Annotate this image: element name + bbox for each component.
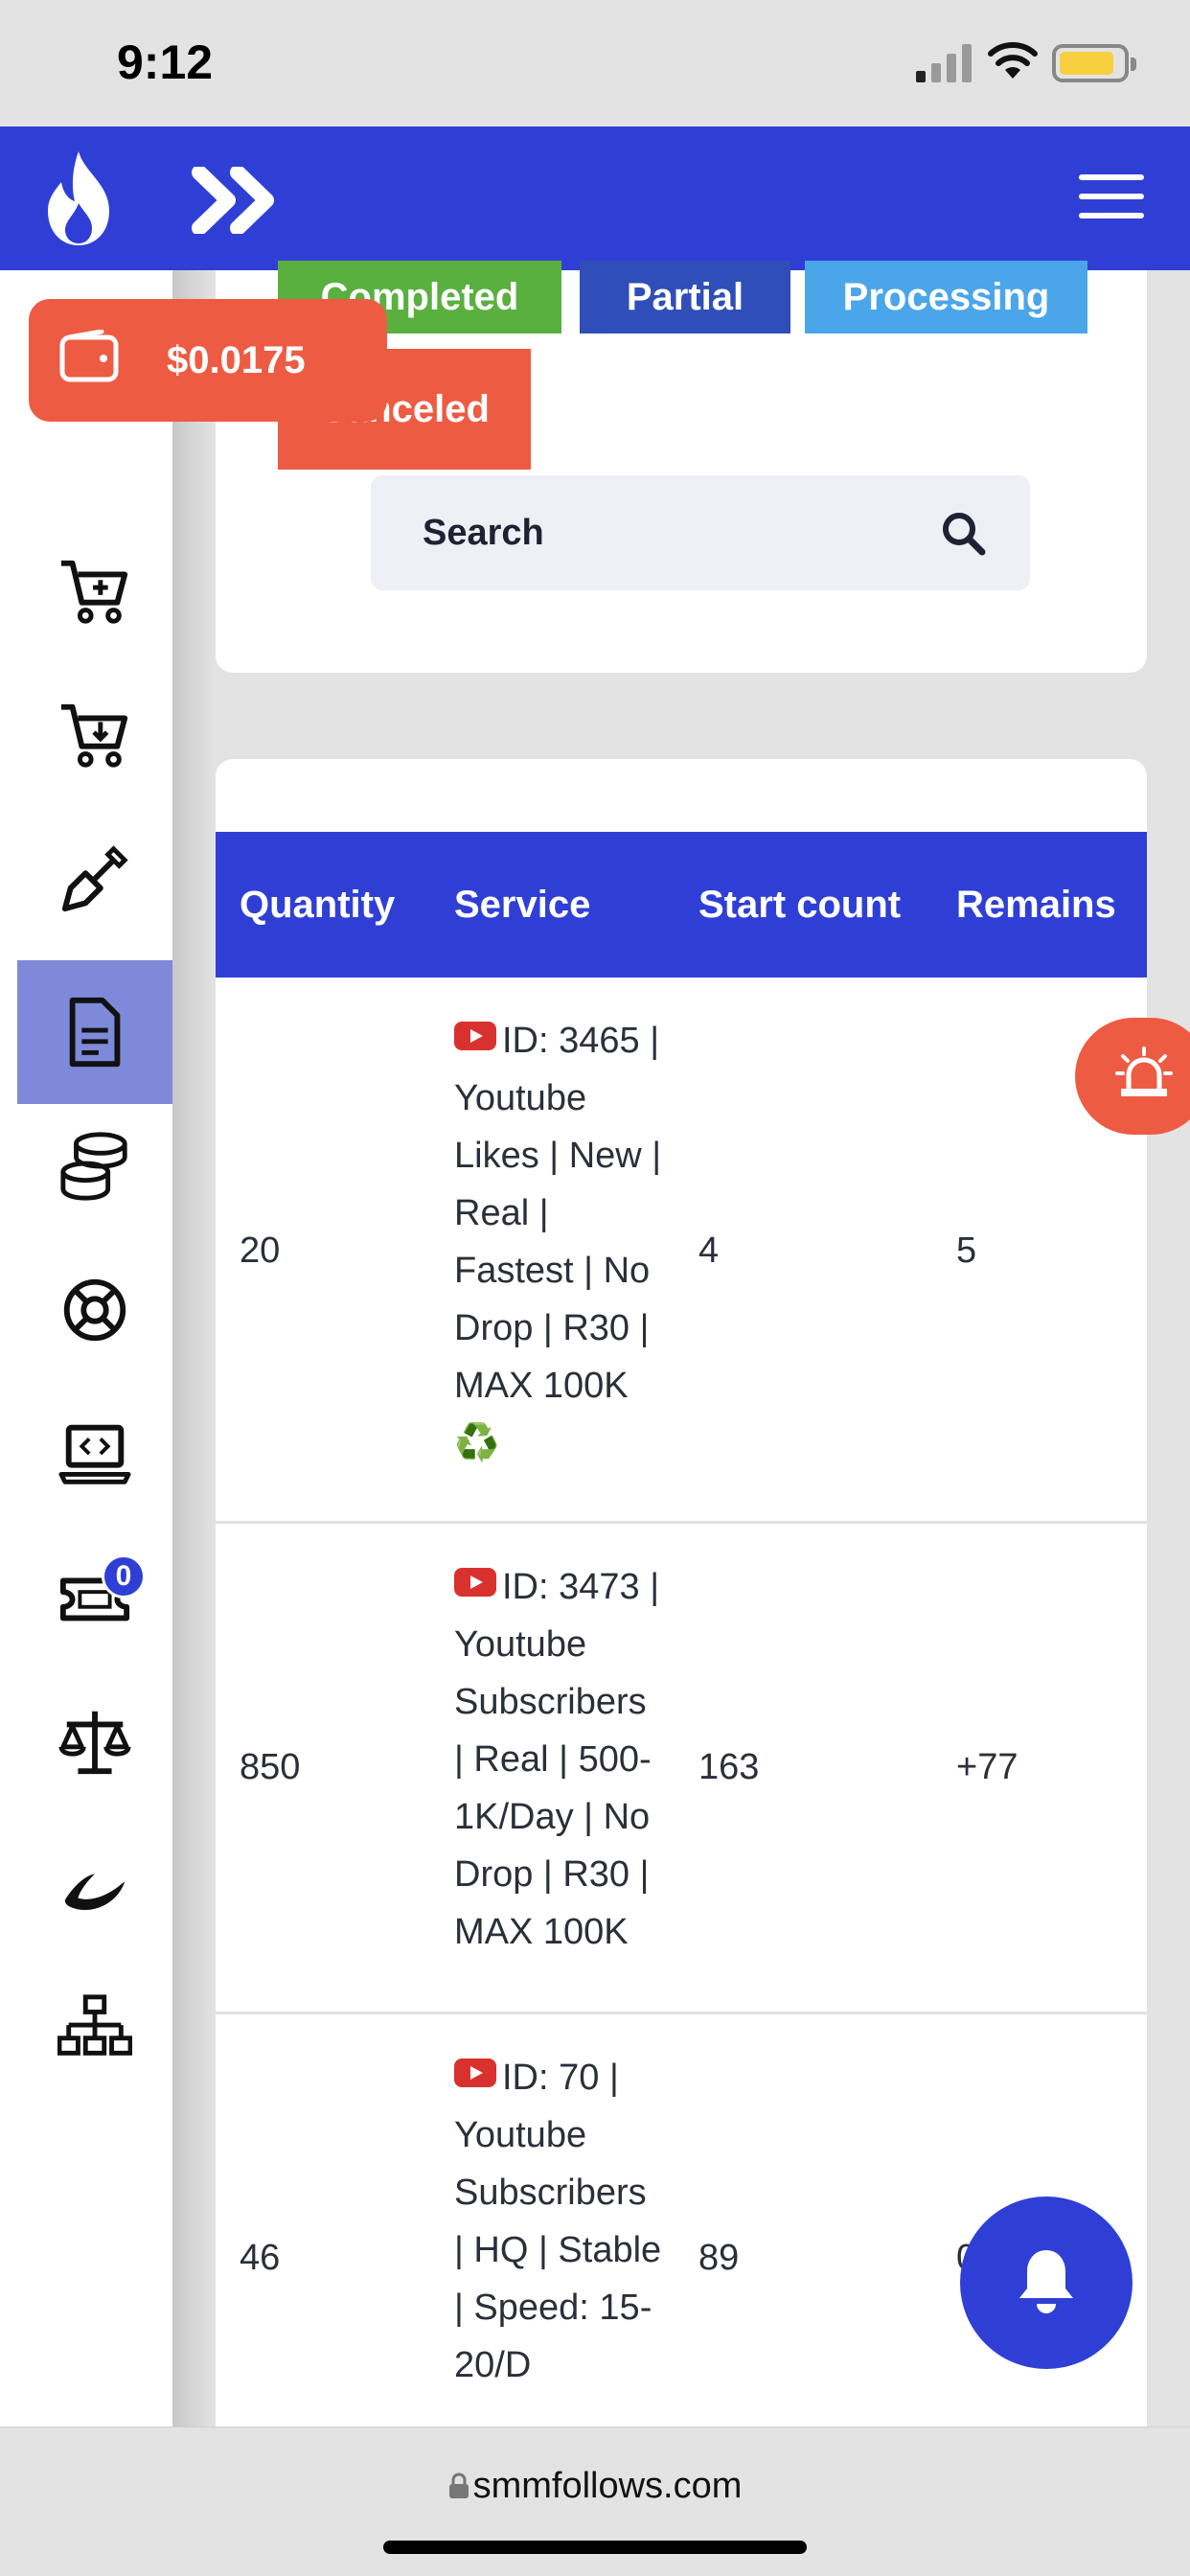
- sidebar-item-orders[interactable]: [17, 960, 172, 1104]
- sidebar-item-tickets[interactable]: 0: [17, 1526, 172, 1669]
- sidebar: 0: [0, 270, 172, 2426]
- url-text: smmfollows.com: [472, 2466, 743, 2506]
- lock-icon: [448, 2472, 469, 2498]
- sidebar-item-support[interactable]: [17, 1238, 172, 1382]
- remains-cell: 5: [956, 1230, 977, 1271]
- filter-partial-button[interactable]: Partial: [580, 261, 790, 334]
- table-row: 850 ID: 3473 | Youtube Subscribers | Rea…: [216, 1524, 1147, 2014]
- balance-button[interactable]: $0.0175: [29, 299, 387, 422]
- youtube-icon: [454, 2058, 496, 2087]
- alert-button[interactable]: [1075, 1018, 1190, 1135]
- brush-stroke-icon: [64, 1874, 126, 1911]
- orders-table-card: Quantity Service Start count Remains 20 …: [216, 759, 1147, 2426]
- document-icon: [69, 997, 121, 1068]
- table-row: 20 ID: 3465 | Youtube Likes | New | Real…: [216, 978, 1147, 1524]
- filter-processing-button[interactable]: Processing: [805, 261, 1087, 334]
- quantity-cell: 850: [240, 1747, 301, 1787]
- search-input[interactable]: [371, 475, 946, 590]
- start-count-cell: 163: [698, 1747, 760, 1787]
- hamburger-menu-icon[interactable]: [1079, 174, 1144, 222]
- column-header-service: Service: [454, 883, 591, 926]
- start-count-cell: 89: [698, 2238, 740, 2278]
- remains-cell: +77: [956, 1747, 1018, 1787]
- cellular-signal-icon: [916, 44, 972, 82]
- status-bar: 9:12: [0, 0, 1190, 126]
- wifi-icon: [988, 42, 1038, 79]
- sidebar-item-terms[interactable]: [17, 1669, 172, 1813]
- column-header-remains: Remains: [956, 883, 1116, 926]
- wallet-icon: [59, 330, 119, 382]
- cart-download-icon: [60, 703, 128, 768]
- youtube-icon: [454, 1568, 496, 1597]
- search-box: [371, 475, 1030, 590]
- coins-icon: [60, 1132, 127, 1201]
- service-cell: ID: 70 | Youtube Subscribers | HQ | Stab…: [454, 2049, 665, 2394]
- quantity-cell: 20: [240, 1230, 281, 1271]
- laptop-code-icon: [58, 1424, 131, 1484]
- sidebar-item-api[interactable]: [17, 1382, 172, 1526]
- service-cell: ID: 3465 | Youtube Likes | New | Real | …: [454, 1012, 665, 1472]
- service-text: ID: 3465 | Youtube Likes | New | Real | …: [454, 1021, 662, 1463]
- scale-icon: [58, 1711, 131, 1775]
- balance-amount: $0.0175: [167, 339, 306, 381]
- address-url[interactable]: smmfollows.com: [0, 2466, 1190, 2507]
- siren-icon: [1115, 1046, 1173, 1096]
- tickets-count-badge: 0: [102, 1554, 146, 1598]
- sidebar-item-new-order[interactable]: [17, 519, 172, 663]
- service-text: ID: 70 | Youtube Subscribers | HQ | Stab…: [454, 2058, 662, 2385]
- quantity-cell: 46: [240, 2238, 281, 2278]
- top-navbar: [0, 126, 1190, 270]
- browser-address-bar: smmfollows.com: [0, 2426, 1190, 2576]
- home-indicator: [383, 2541, 807, 2554]
- sidebar-shadow: [172, 270, 215, 2426]
- flame-icon: [48, 151, 109, 245]
- search-icon[interactable]: [940, 510, 986, 556]
- service-cell: ID: 3473 | Youtube Subscribers | Real | …: [454, 1558, 665, 1961]
- double-chevron-right-icon[interactable]: [192, 167, 284, 234]
- notifications-button[interactable]: [960, 2196, 1133, 2369]
- sidebar-item-mass-order[interactable]: [17, 663, 172, 807]
- column-header-start-count: Start count: [698, 883, 902, 926]
- cart-plus-icon: [60, 560, 128, 624]
- status-time: 9:12: [117, 35, 214, 89]
- sitemap-icon: [57, 1994, 132, 2056]
- sidebar-item-add-funds[interactable]: [17, 1094, 172, 1238]
- column-header-quantity: Quantity: [240, 883, 396, 926]
- service-text: ID: 3473 | Youtube Subscribers | Real | …: [454, 1567, 660, 1952]
- youtube-icon: [454, 1022, 496, 1050]
- start-count-cell: 4: [698, 1230, 720, 1271]
- shovel-icon: [61, 845, 128, 912]
- table-header: Quantity Service Start count Remains: [216, 832, 1147, 978]
- sidebar-item-shovel[interactable]: [17, 807, 172, 951]
- lifebuoy-icon: [63, 1278, 126, 1342]
- logo[interactable]: [0, 126, 172, 270]
- bell-icon: [1019, 2250, 1073, 2313]
- sidebar-item-affiliates[interactable]: [17, 1813, 172, 1957]
- sidebar-item-child-panel[interactable]: [17, 1957, 172, 2101]
- battery-icon: [1052, 44, 1136, 82]
